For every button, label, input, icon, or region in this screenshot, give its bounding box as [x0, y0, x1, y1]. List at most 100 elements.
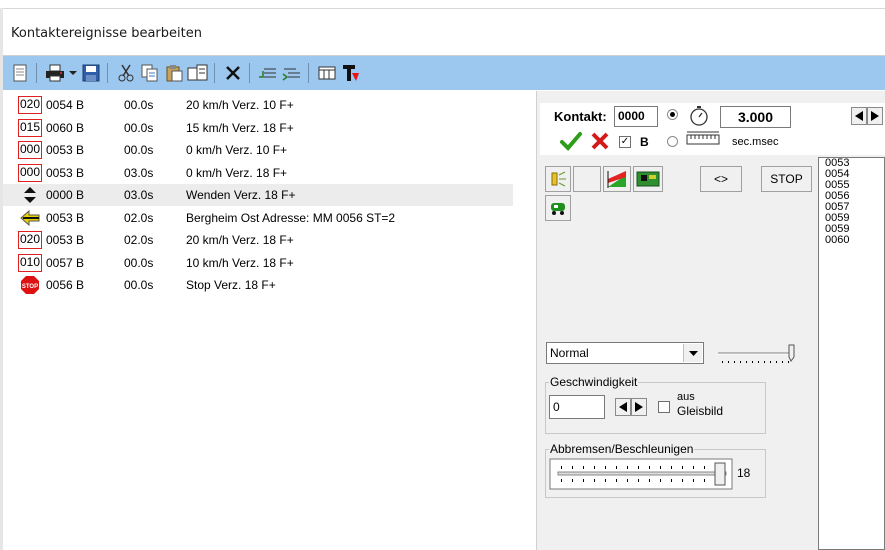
event-type-icon: 020 [17, 95, 43, 115]
brake-accel-group: Abbremsen/Beschleunigen 18 [545, 442, 766, 498]
toolbar-separator [214, 63, 215, 83]
distance-radio[interactable] [667, 136, 678, 147]
locomotive-button[interactable] [545, 195, 571, 221]
contact-listbox[interactable]: 0053 0054 0055 0056 0057 0059 0059 0060 [818, 157, 885, 550]
move-line-icon[interactable] [281, 62, 303, 84]
event-description: 20 km/h Verz. 18 F+ [186, 233, 294, 247]
speed-ramp-icon [607, 171, 626, 188]
toolbar-separator [107, 63, 108, 83]
speed-value-badge: 020 [17, 96, 43, 114]
event-row[interactable]: 0000 B 03.0s Wenden Verz. 18 F+ [3, 184, 513, 206]
speed-group: Geschwindigkeit 0 aus Gleisbild [545, 375, 766, 434]
locomotive-icon [551, 203, 565, 215]
speed-value-badge: 020 [17, 231, 43, 249]
event-contact: 0053 B [46, 233, 85, 247]
speed-increase-button[interactable] [631, 398, 647, 416]
event-contact: 0054 B [46, 98, 85, 112]
time-decrease-button[interactable] [851, 107, 867, 125]
decoder-chip-icon [636, 171, 660, 187]
decoder-button[interactable] [633, 166, 663, 192]
aus-gleisbild-checkbox[interactable] [658, 401, 670, 413]
event-time: 03.0s [124, 165, 154, 180]
event-contact: 0053 B [46, 165, 85, 180]
cancel-cross-icon[interactable] [590, 131, 610, 151]
speed-value-badge: 010 [17, 253, 43, 272]
event-time: 02.0s [124, 210, 154, 225]
event-row[interactable]: 010 0057 B 00.0s 10 km/h Verz. 18 F+ [3, 252, 513, 274]
event-contact: 0000 B [46, 188, 85, 202]
delete-icon[interactable] [222, 62, 244, 84]
event-editor-panel: Kontakt: 0000 3.000 ✓ B sec.msec <> STOP… [540, 91, 885, 550]
stop-sign-text: STOP [22, 284, 38, 290]
reverse-direction-icon [24, 187, 36, 203]
event-description: 20 km/h Verz. 10 F+ [186, 98, 294, 112]
paste-special-icon[interactable] [187, 62, 209, 84]
time-value-input[interactable]: 3.000 [720, 106, 791, 128]
event-description: 0 km/h Verz. 18 F+ [186, 165, 288, 180]
speed-decrease-button[interactable] [615, 398, 631, 416]
brake-accel-slider[interactable] [549, 458, 734, 492]
toolbar [3, 56, 885, 90]
insert-line-icon[interactable] [257, 62, 279, 84]
contact-label: Kontakt: [554, 109, 607, 124]
right-arrow-icon [871, 111, 879, 121]
event-time: 00.0s [124, 255, 154, 270]
contact-list-item[interactable]: 0060 [819, 235, 884, 246]
cut-icon[interactable] [115, 62, 137, 84]
light-bulb-icon [551, 171, 566, 187]
mode-selected-value: Normal [550, 346, 589, 360]
event-description: 15 km/h Verz. 18 F+ [186, 120, 294, 135]
event-time: 00.0s [124, 143, 154, 157]
paste-icon[interactable] [163, 62, 185, 84]
event-type-icon: 020 [17, 230, 43, 250]
empty-action-button[interactable] [573, 166, 601, 192]
contact-number-input[interactable]: 0000 [614, 106, 658, 127]
table-view-icon[interactable] [316, 62, 338, 84]
event-list[interactable]: 020 0054 B 00.0s 20 km/h Verz. 10 F+ 015 … [3, 91, 536, 550]
toolbar-separator [308, 63, 309, 83]
b-checkbox[interactable]: ✓ [619, 136, 631, 148]
mode-slider[interactable] [714, 339, 800, 369]
event-row[interactable]: 000 0053 B 00.0s 0 km/h Verz. 10 F+ [3, 139, 513, 161]
event-type-icon [17, 185, 43, 205]
time-increase-button[interactable] [867, 107, 883, 125]
window-top-edge [0, 0, 885, 9]
confirm-check-icon[interactable] [560, 131, 582, 151]
speed-input[interactable]: 0 [549, 395, 605, 419]
turnout-address-icon [20, 209, 40, 226]
event-row[interactable]: 020 0053 B 02.0s 20 km/h Verz. 18 F+ [3, 229, 513, 251]
chevron-down-icon [688, 350, 698, 356]
left-arrow-icon [619, 402, 627, 412]
event-type-icon: 015 [17, 118, 43, 138]
event-row[interactable]: 020 0054 B 00.0s 20 km/h Verz. 10 F+ [3, 94, 513, 116]
event-time: 00.0s [124, 278, 154, 292]
stop-sign-icon: STOP [21, 276, 39, 294]
dropdown-arrow-icon[interactable] [68, 62, 78, 84]
b-label: B [640, 135, 649, 149]
event-row[interactable]: STOP 0056 B 00.0s Stop Verz. 18 F+ [3, 274, 513, 296]
mode-dropdown-button[interactable] [683, 344, 702, 362]
event-row[interactable]: 000 0053 B 03.0s 0 km/h Verz. 18 F+ [3, 162, 513, 184]
new-document-icon[interactable] [9, 62, 31, 84]
reverse-direction-button[interactable]: <> [700, 166, 742, 192]
stop-button[interactable]: STOP [761, 166, 812, 192]
event-row[interactable]: 015 0060 B 00.0s 15 km/h Verz. 18 F+ [3, 117, 513, 139]
copy-icon[interactable] [139, 62, 161, 84]
event-row[interactable]: 0053 B 02.0s Bergheim Ost Adresse: MM 00… [3, 207, 513, 229]
mode-select[interactable]: Normal [546, 342, 704, 364]
right-arrow-icon [635, 402, 643, 412]
speed-ramp-button[interactable] [603, 166, 631, 192]
window-title: Kontaktereignisse bearbeiten [11, 26, 202, 41]
event-type-icon: 000 [17, 140, 43, 160]
brake-accel-label: Abbremsen/Beschleunigen [549, 442, 695, 456]
event-description: 0 km/h Verz. 10 F+ [186, 143, 288, 157]
event-type-icon: 010 [17, 253, 43, 273]
save-icon[interactable] [80, 62, 102, 84]
light-function-button[interactable] [545, 166, 571, 192]
ruler-icon [686, 131, 720, 145]
speed-value-badge: 000 [17, 163, 43, 182]
toolbar-separator [36, 63, 37, 83]
text-format-icon[interactable] [340, 62, 362, 84]
print-icon[interactable] [44, 62, 66, 84]
timer-radio[interactable] [667, 109, 678, 120]
